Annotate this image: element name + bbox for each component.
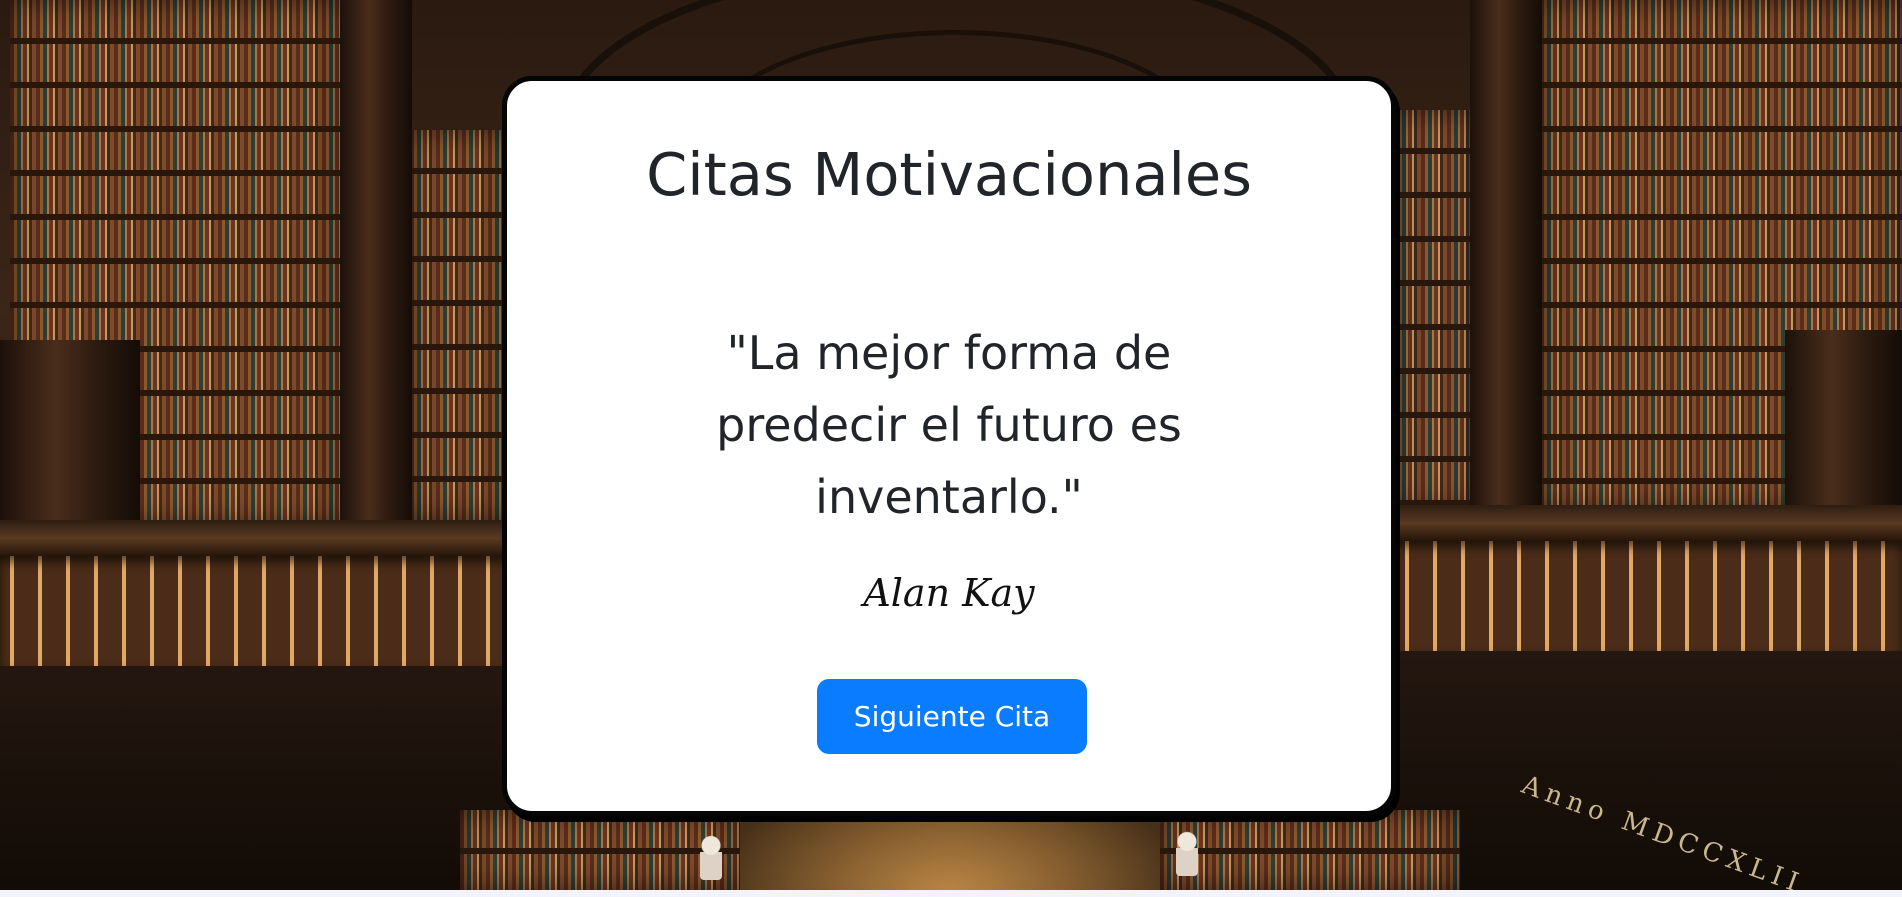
page-title: Citas Motivacionales xyxy=(646,140,1252,209)
quote-text: "La mejor forma de predecir el futuro es… xyxy=(716,326,1182,524)
quote-card: Citas Motivacionales "La mejor forma de … xyxy=(502,76,1396,816)
quote-author: Alan Kay xyxy=(863,571,1035,615)
next-quote-button[interactable]: Siguiente Cita xyxy=(817,679,1087,754)
